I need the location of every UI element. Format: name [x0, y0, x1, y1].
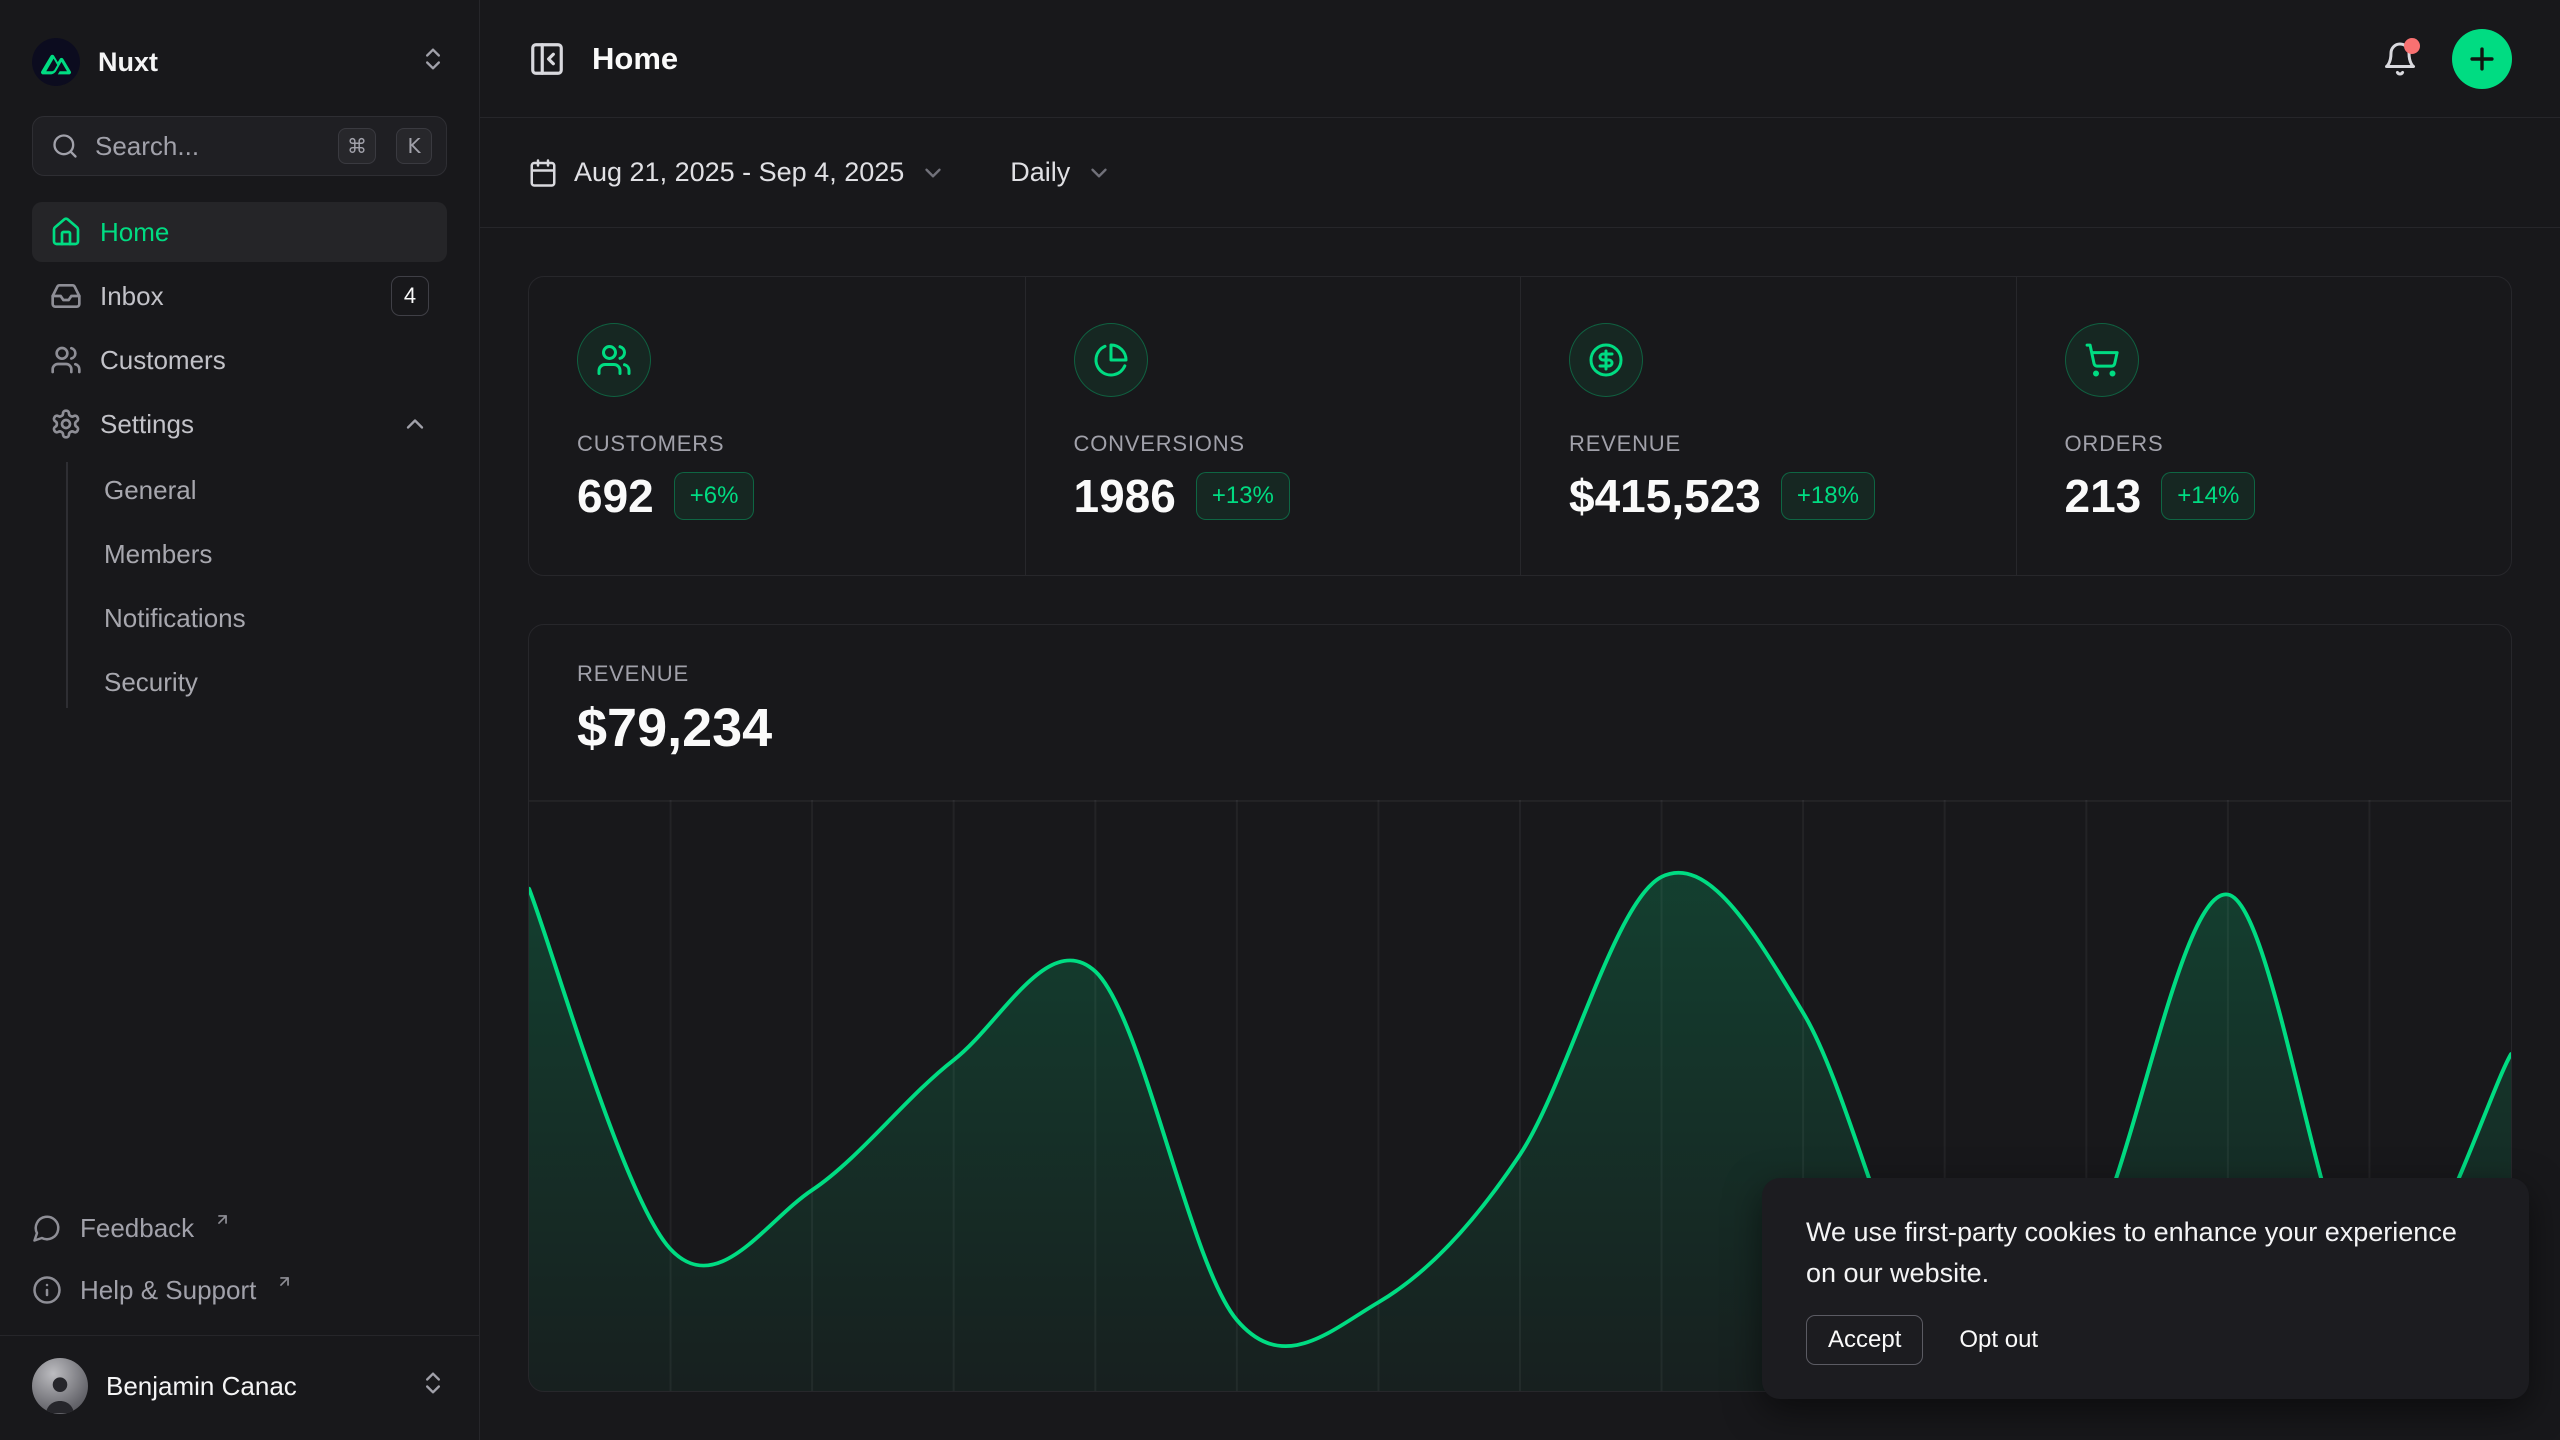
stat-delta-badge: +6% [674, 472, 755, 520]
team-name: Nuxt [98, 47, 158, 78]
inbox-count-badge: 4 [391, 276, 429, 316]
notification-dot [2404, 38, 2420, 54]
dollar-circle-icon [1569, 323, 1643, 397]
stat-delta-badge: +14% [2161, 472, 2255, 520]
sidebar-item-label: Home [100, 217, 169, 248]
cookie-message: We use first-party cookies to enhance yo… [1806, 1212, 2485, 1293]
sidebar-item-inbox[interactable]: Inbox 4 [32, 266, 447, 326]
sidebar-item-general[interactable]: General [104, 458, 447, 522]
stat-value: 1986 [1074, 469, 1176, 523]
stat-delta-badge: +13% [1196, 472, 1290, 520]
sidebar-item-settings[interactable]: Settings [32, 394, 447, 454]
page-header: Home [480, 0, 2560, 118]
stat-label: CUSTOMERS [577, 431, 977, 457]
user-name: Benjamin Canac [106, 1371, 297, 1402]
nuxt-logo-icon [32, 38, 80, 86]
period-label: Daily [1010, 157, 1070, 188]
chevron-up-icon [401, 410, 429, 438]
settings-subnav: General Members Notifications Security [32, 458, 447, 714]
info-circle-icon [32, 1275, 62, 1305]
users-icon [50, 344, 82, 376]
filters-toolbar: Aug 21, 2025 - Sep 4, 2025 Daily [480, 118, 2560, 228]
sidebar-item-label: Settings [100, 409, 194, 440]
chat-bubble-icon [32, 1213, 62, 1243]
period-select[interactable]: Daily [1010, 157, 1112, 188]
collapse-sidebar-button[interactable] [528, 40, 566, 78]
chevrons-up-down-icon [419, 45, 447, 80]
chevrons-up-down-icon [419, 1369, 447, 1404]
sidebar-item-notifications[interactable]: Notifications [104, 586, 447, 650]
stat-delta-badge: +18% [1781, 472, 1875, 520]
kbd-cmd: ⌘ [338, 128, 376, 164]
opt-out-button[interactable]: Opt out [1959, 1326, 2038, 1354]
notifications-button[interactable] [2382, 41, 2418, 77]
help-support-label: Help & Support [80, 1275, 256, 1306]
search-icon [51, 132, 79, 160]
pie-chart-icon [1074, 323, 1148, 397]
chevron-down-icon [920, 160, 946, 186]
sidebar-item-security[interactable]: Security [104, 650, 447, 714]
stat-label: ORDERS [2065, 431, 2464, 457]
date-range-picker[interactable]: Aug 21, 2025 - Sep 4, 2025 [528, 157, 946, 188]
stat-conversions[interactable]: CONVERSIONS 1986 +13% [1025, 277, 1521, 575]
users-icon [577, 323, 651, 397]
cookie-banner: We use first-party cookies to enhance yo… [1762, 1178, 2529, 1399]
team-switcher[interactable]: Nuxt [32, 30, 447, 94]
cart-icon [2065, 323, 2139, 397]
sidebar-item-label: Customers [100, 345, 226, 376]
add-button[interactable] [2452, 29, 2512, 89]
external-link-icon [276, 1273, 293, 1290]
kbd-k: K [396, 128, 432, 164]
calendar-icon [528, 158, 558, 188]
search-input[interactable]: Search... ⌘ K [32, 116, 447, 176]
page-title: Home [592, 41, 678, 77]
date-range-label: Aug 21, 2025 - Sep 4, 2025 [574, 157, 904, 188]
stat-orders[interactable]: ORDERS 213 +14% [2016, 277, 2512, 575]
user-menu[interactable]: Benjamin Canac [32, 1354, 447, 1418]
feedback-label: Feedback [80, 1213, 194, 1244]
revenue-chart-label: REVENUE [577, 661, 2463, 687]
inbox-icon [50, 280, 82, 312]
stat-label: REVENUE [1569, 431, 1968, 457]
home-icon [50, 216, 82, 248]
avatar [32, 1358, 88, 1414]
sidebar-item-customers[interactable]: Customers [32, 330, 447, 390]
feedback-link[interactable]: Feedback [32, 1197, 447, 1259]
sidebar-item-members[interactable]: Members [104, 522, 447, 586]
stat-label: CONVERSIONS [1074, 431, 1473, 457]
sidebar-nav: Home Inbox 4 Customers Settings [0, 202, 479, 714]
stat-value: $415,523 [1569, 469, 1761, 523]
chevron-down-icon [1086, 160, 1112, 186]
stat-revenue[interactable]: REVENUE $415,523 +18% [1520, 277, 2016, 575]
stat-value: 692 [577, 469, 654, 523]
stat-value: 213 [2065, 469, 2142, 523]
external-link-icon [214, 1211, 231, 1228]
plus-icon [2465, 42, 2499, 76]
panel-left-close-icon [528, 40, 566, 78]
revenue-chart-value: $79,234 [577, 697, 2463, 759]
stat-customers[interactable]: CUSTOMERS 692 +6% [529, 277, 1025, 575]
help-support-link[interactable]: Help & Support [32, 1259, 447, 1321]
search-placeholder: Search... [95, 131, 318, 162]
stats-card: CUSTOMERS 692 +6% CONVERSIONS 1986 +13% [528, 276, 2512, 576]
sidebar-item-label: Inbox [100, 281, 164, 312]
sidebar-item-home[interactable]: Home [32, 202, 447, 262]
sidebar: Nuxt Search... ⌘ K Home [0, 0, 480, 1440]
gear-icon [50, 408, 82, 440]
accept-button[interactable]: Accept [1806, 1315, 1923, 1365]
